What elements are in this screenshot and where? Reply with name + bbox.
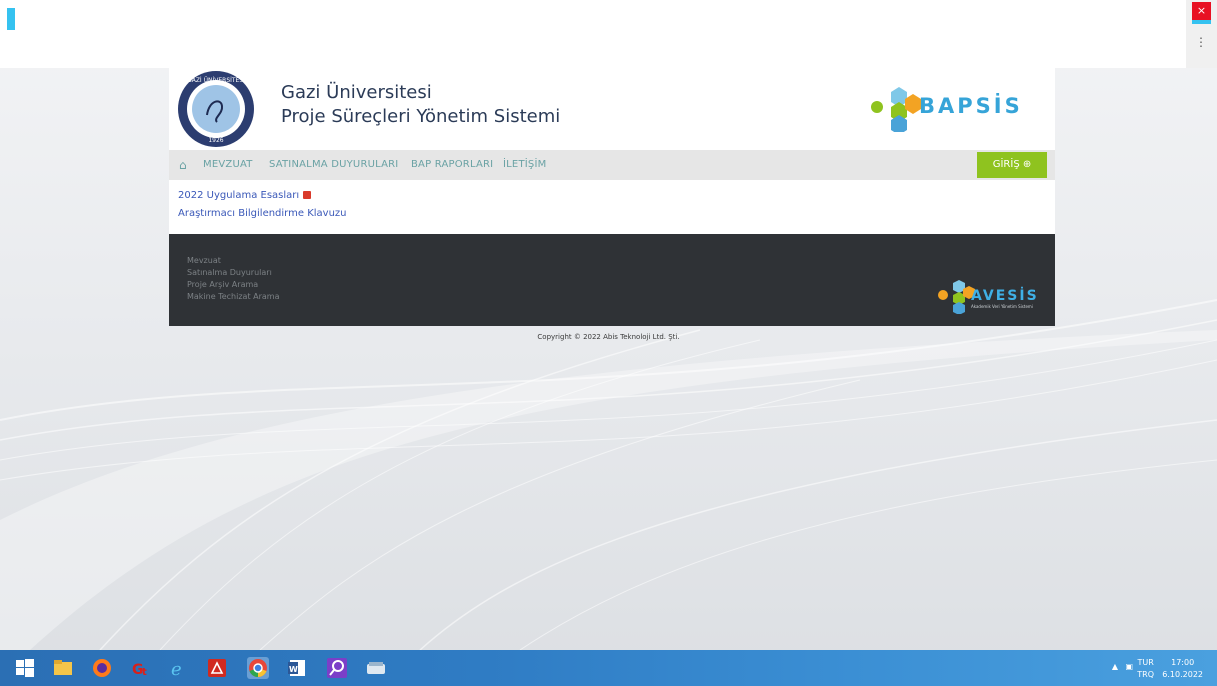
svg-text:W: W (289, 665, 298, 674)
scanner-icon[interactable] (365, 657, 387, 679)
site-header: 1926 GAZİ ÜNİVERSİTESİ Gazi Üniversitesi… (169, 68, 1055, 150)
close-underline (1192, 20, 1211, 24)
svg-text:e: e (171, 659, 182, 679)
accent-bar (7, 8, 15, 30)
bapsis-brand-text: BAPSİS (919, 94, 1023, 118)
search-app-icon[interactable] (326, 657, 348, 679)
seal-year: 1926 (208, 137, 223, 144)
nav-item-mevzuat[interactable]: MEVZUAT (203, 159, 253, 170)
clock[interactable]: 17:00 6.10.2022 (1162, 657, 1203, 681)
chrome-icon[interactable] (247, 657, 269, 679)
copyright-text: Copyright © 2022 Abis Teknoloji Ltd. Şti… (537, 333, 680, 341)
system-name: Proje Süreçleri Yönetim Sistemi (281, 106, 561, 127)
pdf-icon (303, 191, 312, 199)
main-nav: ⌂ MEVZUAT SATINALMA DUYURULARI BAP RAPOR… (169, 150, 1055, 180)
browser-top-bar: × ⋮ (0, 0, 1217, 68)
file-explorer-icon[interactable] (52, 657, 74, 679)
web-page: 1926 GAZİ ÜNİVERSİTESİ Gazi Üniversitesi… (169, 68, 1055, 326)
internet-explorer-icon[interactable]: e (168, 657, 190, 679)
language-indicator[interactable]: TUR TRQ (1137, 657, 1154, 681)
seal-text: GAZİ ÜNİVERSİTESİ (187, 77, 245, 84)
avesis-subtitle: Akademik Veri Yönetim Sistemi (971, 304, 1033, 309)
content-area: 2022 Uygulama Esasları Araştırmacı Bilgi… (169, 180, 1055, 234)
uygulama-esaslari-link[interactable]: 2022 Uygulama Esasları (178, 190, 312, 201)
avesis-brand-text: AVESİS (971, 288, 1039, 304)
svg-text:t: t (142, 667, 147, 678)
firefox-icon[interactable] (91, 657, 113, 679)
app-icon[interactable]: G t (130, 657, 152, 679)
bilgilendirme-klavuzu-link[interactable]: Araştırmacı Bilgilendirme Klavuzu (178, 208, 347, 219)
university-name: Gazi Üniversitesi (281, 82, 432, 103)
footer-link-satinalma[interactable]: Satınalma Duyuruları (187, 268, 272, 277)
system-tray: ▲ ▣ TUR TRQ 17:00 6.10.2022 (1057, 650, 1217, 686)
acrobat-icon[interactable] (206, 657, 228, 679)
network-icon[interactable]: ▣ (1125, 662, 1133, 671)
login-button[interactable]: GİRİŞ ⊕ (977, 152, 1047, 178)
nav-item-bap-raporlari[interactable]: BAP RAPORLARI (411, 159, 493, 170)
footer-link-makine-techizat[interactable]: Makine Techizat Arama (187, 292, 279, 301)
more-options-icon[interactable]: ⋮ (1195, 36, 1207, 48)
footer-link-mevzuat[interactable]: Mevzuat (187, 256, 221, 265)
close-button[interactable]: × (1192, 2, 1211, 20)
site-footer: Mevzuat Satınalma Duyuruları Proje Arşiv… (169, 234, 1055, 326)
nav-item-satinalma[interactable]: SATINALMA DUYURULARI (269, 159, 398, 170)
nav-item-iletisim[interactable]: İLETİŞİM (503, 159, 546, 170)
tray-arrow-icon[interactable]: ▲ (1112, 662, 1118, 671)
home-icon[interactable]: ⌂ (179, 158, 187, 172)
word-icon[interactable]: W (286, 657, 308, 679)
university-seal-logo[interactable]: 1926 GAZİ ÜNİVERSİTESİ (177, 70, 255, 148)
start-icon[interactable] (14, 657, 36, 679)
footer-link-proje-arsiv[interactable]: Proje Arşiv Arama (187, 280, 258, 289)
windows-taskbar: G t e W ▲ ▣ TUR TRQ 17:00 6.10.2022 (0, 650, 1217, 686)
